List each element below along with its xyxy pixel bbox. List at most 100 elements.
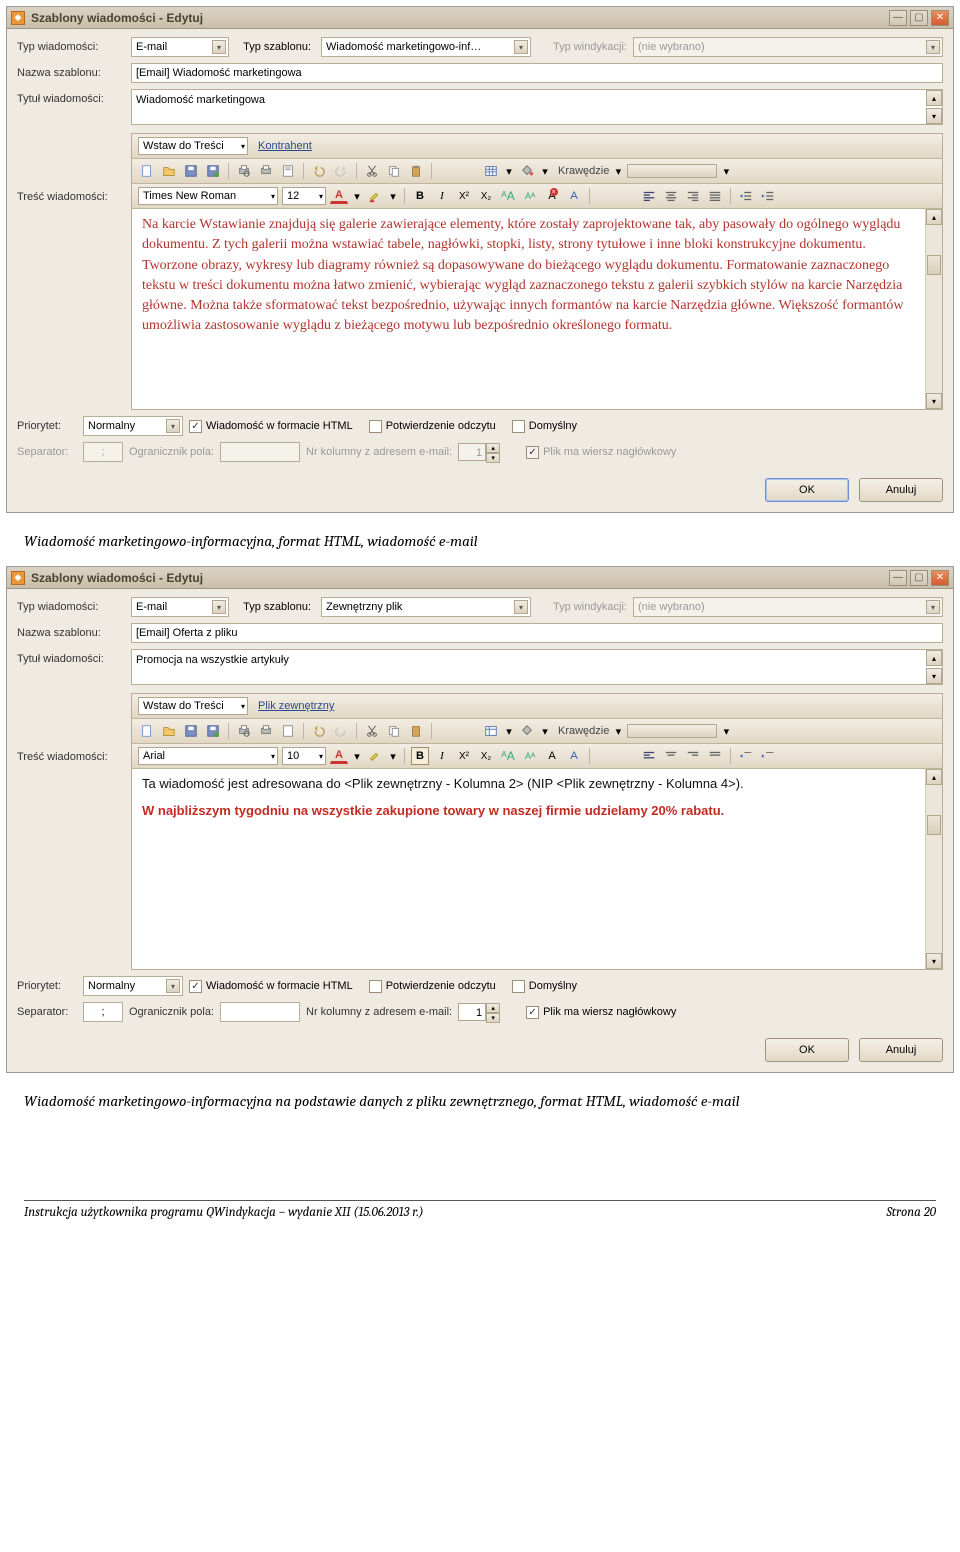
align-left-icon[interactable]: [640, 187, 658, 205]
font-size-select[interactable]: 12 ▾: [282, 187, 326, 205]
align-center-icon[interactable]: [662, 747, 680, 765]
copy-icon[interactable]: [385, 722, 403, 740]
font-dialog-icon[interactable]: A: [565, 187, 583, 205]
spinner-buttons[interactable]: ▴▾: [486, 1003, 500, 1021]
editor-body[interactable]: Na karcie Wstawianie znajdują się galeri…: [132, 209, 942, 409]
editor-content[interactable]: Ta wiadomość jest adresowana do <Plik ze…: [132, 769, 925, 969]
maximize-button[interactable]: ▢: [910, 570, 928, 586]
insert-to-content-dropdown[interactable]: Wstaw do Treści ▾: [138, 137, 248, 155]
maximize-button[interactable]: ▢: [910, 10, 928, 26]
scroll-thumb[interactable]: [927, 255, 941, 275]
italic-icon[interactable]: I: [433, 187, 451, 205]
clear-format-icon[interactable]: A×: [543, 187, 561, 205]
font-family-select[interactable]: Times New Roman ▾: [138, 187, 278, 205]
close-button[interactable]: ✕: [931, 10, 949, 26]
chevron-down-icon[interactable]: ▾: [388, 747, 398, 765]
input-separator[interactable]: ;: [83, 1002, 123, 1022]
outdent-icon[interactable]: [737, 187, 755, 205]
italic-icon[interactable]: I: [433, 747, 451, 765]
editor-content[interactable]: Na karcie Wstawianie znajdują się galeri…: [132, 209, 925, 409]
align-left-icon[interactable]: [640, 747, 658, 765]
cut-icon[interactable]: [363, 162, 381, 180]
scroll-up-icon[interactable]: ▴: [926, 90, 942, 106]
font-size-select[interactable]: 10 ▾: [282, 747, 326, 765]
page-setup-icon[interactable]: [279, 162, 297, 180]
scroll-track[interactable]: [926, 785, 942, 953]
font-color-icon[interactable]: A: [330, 749, 348, 764]
select-msg-type[interactable]: E-mail ▾: [131, 37, 229, 57]
save-icon[interactable]: [182, 162, 200, 180]
chevron-down-icon[interactable]: ▾: [613, 162, 623, 180]
grow-font-icon[interactable]: ᴬA: [499, 747, 517, 765]
select-priority[interactable]: Normalny ▾: [83, 416, 183, 436]
chevron-down-icon[interactable]: ▾: [504, 162, 514, 180]
shrink-font-icon[interactable]: Aᴬ: [521, 187, 539, 205]
highlight-icon[interactable]: [366, 747, 384, 765]
copy-icon[interactable]: [385, 162, 403, 180]
fill-color-icon[interactable]: [518, 162, 536, 180]
border-style-dropdown[interactable]: [627, 164, 717, 178]
ok-button[interactable]: OK: [765, 1038, 849, 1062]
font-family-select[interactable]: Arial ▾: [138, 747, 278, 765]
font-color-icon[interactable]: A: [330, 189, 348, 204]
align-right-icon[interactable]: [684, 187, 702, 205]
select-msg-type[interactable]: E-mail ▾: [131, 597, 229, 617]
select-tpl-type[interactable]: Zewnętrzny plik ▾: [321, 597, 531, 617]
undo-icon[interactable]: [310, 162, 328, 180]
save-icon[interactable]: [182, 722, 200, 740]
minimize-button[interactable]: —: [889, 10, 907, 26]
insert-link[interactable]: Kontrahent: [258, 140, 312, 152]
superscript-icon[interactable]: X²: [455, 187, 473, 205]
scroll-up-icon[interactable]: ▴: [926, 769, 942, 785]
print-icon[interactable]: [257, 162, 275, 180]
align-justify-icon[interactable]: [706, 187, 724, 205]
align-justify-icon[interactable]: [706, 747, 724, 765]
input-template-name[interactable]: [Email] Wiadomość marketingowa: [131, 63, 943, 83]
chevron-down-icon[interactable]: ▾: [721, 722, 731, 740]
new-file-icon[interactable]: [138, 162, 156, 180]
checkbox-html-format[interactable]: ✓ Wiadomość w formacie HTML: [189, 980, 353, 993]
open-folder-icon[interactable]: [160, 162, 178, 180]
subscript-icon[interactable]: X₂: [477, 187, 495, 205]
page-setup-icon[interactable]: [279, 722, 297, 740]
down-icon[interactable]: ▾: [486, 1013, 500, 1023]
select-priority[interactable]: Normalny ▾: [83, 976, 183, 996]
scroll-down-icon[interactable]: ▾: [926, 393, 942, 409]
up-icon[interactable]: ▴: [486, 1003, 500, 1013]
outdent-icon[interactable]: [737, 747, 755, 765]
clear-format-icon[interactable]: A: [543, 747, 561, 765]
redo-icon[interactable]: [332, 162, 350, 180]
chevron-down-icon[interactable]: ▾: [613, 722, 623, 740]
cut-icon[interactable]: [363, 722, 381, 740]
cancel-button[interactable]: Anuluj: [859, 478, 943, 502]
scroll-down-icon[interactable]: ▾: [926, 668, 942, 684]
chevron-down-icon[interactable]: ▾: [504, 722, 514, 740]
close-button[interactable]: ✕: [931, 570, 949, 586]
scroll-up-icon[interactable]: ▴: [926, 650, 942, 666]
scrollbar[interactable]: ▴ ▾: [925, 209, 942, 409]
chevron-down-icon[interactable]: ▾: [540, 162, 550, 180]
fill-color-icon[interactable]: [518, 722, 536, 740]
save-as-icon[interactable]: [204, 722, 222, 740]
ok-button[interactable]: OK: [765, 478, 849, 502]
scroll-up-icon[interactable]: ▴: [926, 209, 942, 225]
chevron-down-icon[interactable]: ▾: [352, 187, 362, 205]
editor-body[interactable]: Ta wiadomość jest adresowana do <Plik ze…: [132, 769, 942, 969]
undo-icon[interactable]: [310, 722, 328, 740]
print-icon[interactable]: [257, 722, 275, 740]
bold-icon[interactable]: B: [411, 187, 429, 205]
checkbox-read-receipt[interactable]: Potwierdzenie odczytu: [369, 420, 496, 433]
align-center-icon[interactable]: [662, 187, 680, 205]
cancel-button[interactable]: Anuluj: [859, 1038, 943, 1062]
checkbox-read-receipt[interactable]: Potwierdzenie odczytu: [369, 980, 496, 993]
insert-link[interactable]: Plik zewnętrzny: [258, 700, 334, 712]
indent-icon[interactable]: [759, 747, 777, 765]
scrollbar[interactable]: ▴ ▾: [925, 769, 942, 969]
checkbox-html-format[interactable]: ✓ Wiadomość w formacie HTML: [189, 420, 353, 433]
insert-table-icon[interactable]: [482, 162, 500, 180]
align-right-icon[interactable]: [684, 747, 702, 765]
redo-icon[interactable]: [332, 722, 350, 740]
scroll-track[interactable]: [926, 225, 942, 393]
paste-icon[interactable]: [407, 162, 425, 180]
border-style-dropdown[interactable]: [627, 724, 717, 738]
